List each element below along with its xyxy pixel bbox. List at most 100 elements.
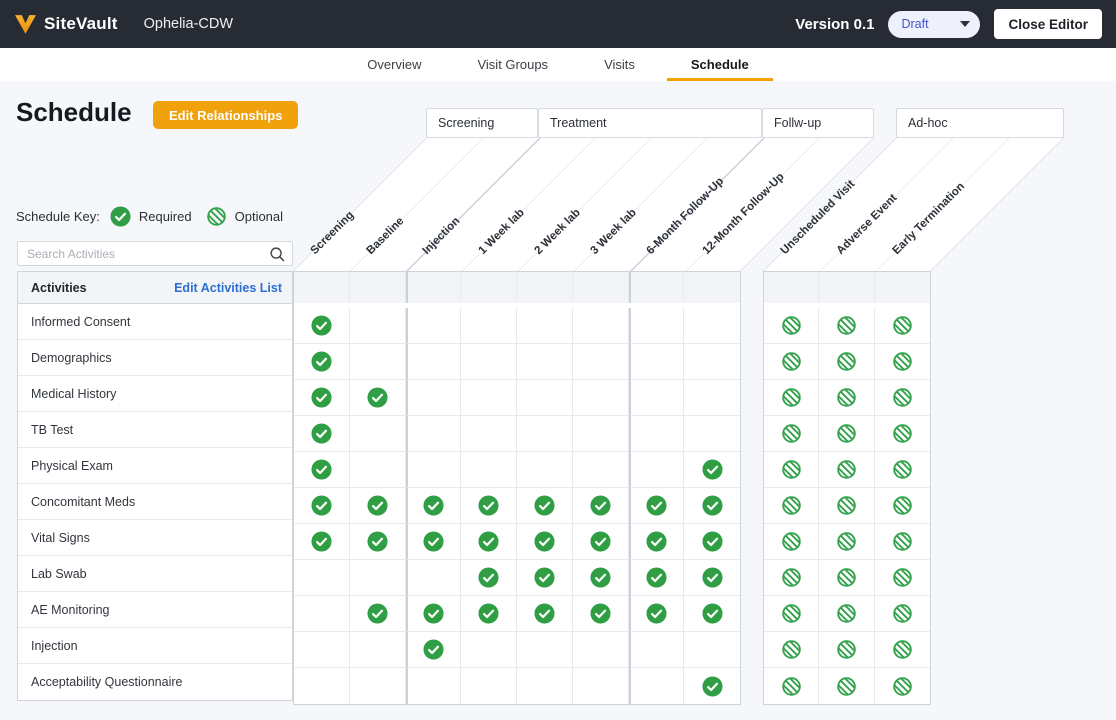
schedule-cell[interactable] — [406, 524, 462, 560]
schedule-cell[interactable] — [629, 524, 685, 560]
schedule-cell[interactable] — [573, 524, 629, 560]
schedule-cell[interactable] — [819, 452, 874, 488]
schedule-cell[interactable] — [294, 560, 350, 596]
schedule-cell[interactable] — [764, 380, 819, 416]
schedule-cell[interactable] — [875, 344, 930, 380]
schedule-cell[interactable] — [517, 596, 573, 632]
schedule-cell[interactable] — [573, 668, 629, 704]
schedule-cell[interactable] — [517, 524, 573, 560]
schedule-cell[interactable] — [573, 488, 629, 524]
schedule-cell[interactable] — [875, 416, 930, 452]
schedule-cell[interactable] — [684, 344, 740, 380]
schedule-cell[interactable] — [764, 488, 819, 524]
schedule-cell[interactable] — [461, 488, 517, 524]
schedule-cell[interactable] — [406, 596, 462, 632]
schedule-cell[interactable] — [350, 632, 406, 668]
schedule-cell[interactable] — [573, 308, 629, 344]
schedule-cell[interactable] — [406, 632, 462, 668]
schedule-cell[interactable] — [819, 560, 874, 596]
schedule-cell[interactable] — [684, 380, 740, 416]
schedule-cell[interactable] — [461, 380, 517, 416]
schedule-cell[interactable] — [819, 668, 874, 704]
schedule-cell[interactable] — [819, 344, 874, 380]
schedule-cell[interactable] — [294, 416, 350, 452]
tab-visit-groups[interactable]: Visit Groups — [453, 48, 572, 81]
schedule-cell[interactable] — [684, 308, 740, 344]
schedule-cell[interactable] — [629, 452, 685, 488]
schedule-cell[interactable] — [294, 344, 350, 380]
schedule-cell[interactable] — [406, 380, 462, 416]
schedule-cell[interactable] — [517, 560, 573, 596]
schedule-cell[interactable] — [573, 452, 629, 488]
schedule-cell[interactable] — [573, 560, 629, 596]
schedule-cell[interactable] — [764, 524, 819, 560]
schedule-cell[interactable] — [461, 560, 517, 596]
schedule-cell[interactable] — [517, 416, 573, 452]
schedule-cell[interactable] — [573, 416, 629, 452]
schedule-cell[interactable] — [461, 632, 517, 668]
schedule-cell[interactable] — [764, 668, 819, 704]
schedule-cell[interactable] — [294, 596, 350, 632]
schedule-cell[interactable] — [406, 452, 462, 488]
schedule-cell[interactable] — [517, 344, 573, 380]
status-dropdown[interactable]: Draft — [888, 11, 980, 38]
schedule-cell[interactable] — [294, 380, 350, 416]
schedule-cell[interactable] — [684, 560, 740, 596]
schedule-cell[interactable] — [819, 380, 874, 416]
edit-activities-list-link[interactable]: Edit Activities List — [174, 281, 282, 295]
schedule-cell[interactable] — [350, 452, 406, 488]
tab-visits[interactable]: Visits — [580, 48, 659, 81]
schedule-cell[interactable] — [764, 452, 819, 488]
schedule-cell[interactable] — [875, 452, 930, 488]
schedule-cell[interactable] — [573, 380, 629, 416]
schedule-cell[interactable] — [517, 632, 573, 668]
schedule-cell[interactable] — [406, 668, 462, 704]
schedule-cell[interactable] — [406, 488, 462, 524]
schedule-cell[interactable] — [684, 632, 740, 668]
schedule-cell[interactable] — [294, 308, 350, 344]
schedule-cell[interactable] — [461, 344, 517, 380]
schedule-cell[interactable] — [875, 488, 930, 524]
schedule-cell[interactable] — [629, 380, 685, 416]
schedule-cell[interactable] — [406, 308, 462, 344]
schedule-cell[interactable] — [350, 668, 406, 704]
schedule-cell[interactable] — [406, 344, 462, 380]
schedule-cell[interactable] — [629, 488, 685, 524]
schedule-cell[interactable] — [819, 632, 874, 668]
schedule-cell[interactable] — [350, 380, 406, 416]
schedule-cell[interactable] — [350, 308, 406, 344]
schedule-cell[interactable] — [684, 488, 740, 524]
schedule-cell[interactable] — [461, 596, 517, 632]
schedule-cell[interactable] — [294, 488, 350, 524]
schedule-cell[interactable] — [350, 344, 406, 380]
schedule-cell[interactable] — [764, 416, 819, 452]
tab-schedule[interactable]: Schedule — [667, 48, 773, 81]
schedule-cell[interactable] — [629, 596, 685, 632]
schedule-cell[interactable] — [461, 524, 517, 560]
schedule-cell[interactable] — [461, 416, 517, 452]
schedule-cell[interactable] — [517, 452, 573, 488]
schedule-cell[interactable] — [764, 344, 819, 380]
schedule-cell[interactable] — [819, 416, 874, 452]
schedule-cell[interactable] — [461, 452, 517, 488]
schedule-cell[interactable] — [684, 668, 740, 704]
schedule-cell[interactable] — [764, 308, 819, 344]
schedule-cell[interactable] — [573, 344, 629, 380]
schedule-cell[interactable] — [875, 308, 930, 344]
schedule-cell[interactable] — [573, 596, 629, 632]
schedule-cell[interactable] — [629, 560, 685, 596]
schedule-cell[interactable] — [461, 308, 517, 344]
schedule-cell[interactable] — [764, 596, 819, 632]
schedule-cell[interactable] — [875, 632, 930, 668]
edit-relationships-button[interactable]: Edit Relationships — [153, 101, 298, 129]
schedule-cell[interactable] — [875, 596, 930, 632]
schedule-cell[interactable] — [350, 560, 406, 596]
schedule-cell[interactable] — [350, 416, 406, 452]
schedule-cell[interactable] — [629, 308, 685, 344]
schedule-cell[interactable] — [350, 488, 406, 524]
schedule-cell[interactable] — [294, 452, 350, 488]
schedule-cell[interactable] — [517, 668, 573, 704]
schedule-cell[interactable] — [684, 452, 740, 488]
schedule-cell[interactable] — [294, 668, 350, 704]
schedule-cell[interactable] — [573, 632, 629, 668]
